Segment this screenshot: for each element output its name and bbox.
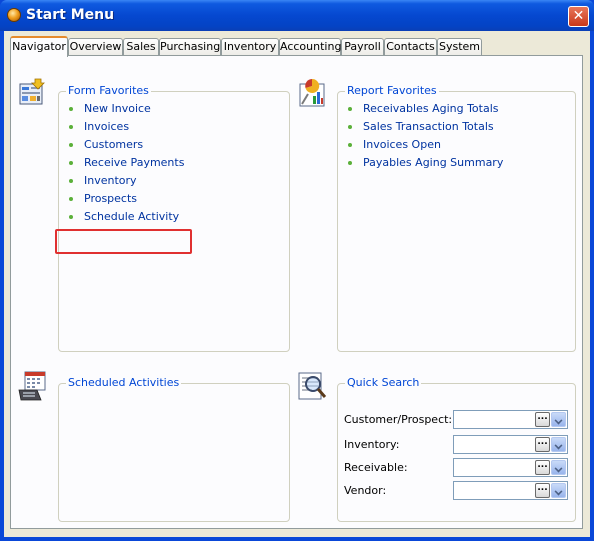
vendor-search-row: Vendor: ... <box>344 481 572 501</box>
report-favorite-invoices-open[interactable]: Invoices Open <box>345 136 503 154</box>
scheduled-activities-icon <box>17 370 47 401</box>
report-favorites-label: Report Favorites <box>345 84 439 97</box>
customer-prospect-search-row: Customer/Prospect: ... <box>344 410 572 430</box>
form-favorite-receive-payments[interactable]: Receive Payments <box>66 154 184 172</box>
customer-prospect-field[interactable]: ... <box>453 410 568 429</box>
navigator-panel: Form Favorites New Invoice Invoices Cust… <box>10 55 583 529</box>
tab-navigator[interactable]: Navigator <box>10 36 68 57</box>
highlight-box <box>55 229 192 254</box>
bullet-icon <box>348 161 352 165</box>
report-favorite-payables-aging-summary[interactable]: Payables Aging Summary <box>345 154 503 172</box>
bullet-icon <box>69 179 73 183</box>
start-menu-window: Start Menu ✕ Navigator Overview Sales Pu… <box>0 0 594 541</box>
tab-accounting[interactable]: Accounting <box>279 38 341 56</box>
window-client-area: Navigator Overview Sales Purchasing Inve… <box>4 31 590 537</box>
tab-system[interactable]: System <box>437 38 482 56</box>
tab-payroll[interactable]: Payroll <box>341 38 384 56</box>
form-favorite-schedule-activity[interactable]: Schedule Activity <box>66 208 184 226</box>
tab-overview[interactable]: Overview <box>68 38 123 56</box>
inventory-label: Inventory: <box>344 438 400 451</box>
form-favorites-label: Form Favorites <box>66 84 151 97</box>
bullet-icon <box>69 125 73 129</box>
window-title: Start Menu <box>26 7 115 23</box>
bullet-icon <box>69 197 73 201</box>
form-favorite-inventory[interactable]: Inventory <box>66 172 184 190</box>
vendor-lookup-button[interactable]: ... <box>535 483 550 498</box>
inventory-dropdown-button[interactable] <box>551 437 566 452</box>
bullet-icon <box>348 125 352 129</box>
form-favorite-new-invoice[interactable]: New Invoice <box>66 100 184 118</box>
tab-sales[interactable]: Sales <box>123 38 159 56</box>
vendor-dropdown-button[interactable] <box>551 483 566 498</box>
tab-purchasing[interactable]: Purchasing <box>159 38 221 56</box>
form-favorite-invoices[interactable]: Invoices <box>66 118 184 136</box>
vendor-label: Vendor: <box>344 484 387 497</box>
inventory-field[interactable]: ... <box>453 435 568 454</box>
app-icon <box>7 8 21 22</box>
title-bar[interactable]: Start Menu ✕ <box>0 0 594 31</box>
quick-search-label: Quick Search <box>345 376 422 389</box>
receivable-label: Receivable: <box>344 461 408 474</box>
inventory-search-row: Inventory: ... <box>344 435 572 455</box>
customer-prospect-label: Customer/Prospect: <box>344 413 453 426</box>
quick-search-icon <box>296 370 327 400</box>
bullet-icon <box>69 161 73 165</box>
customer-prospect-dropdown-button[interactable] <box>551 412 566 427</box>
form-favorites-group: Form Favorites New Invoice Invoices Cust… <box>58 84 290 352</box>
form-favorites-list: New Invoice Invoices Customers Receive P… <box>66 100 184 226</box>
receivable-search-row: Receivable: ... <box>344 458 572 478</box>
tab-inventory[interactable]: Inventory <box>221 38 279 56</box>
bullet-icon <box>69 215 73 219</box>
report-favorite-receivables-aging-totals[interactable]: Receivables Aging Totals <box>345 100 503 118</box>
inventory-lookup-button[interactable]: ... <box>535 437 550 452</box>
receivable-lookup-button[interactable]: ... <box>535 460 550 475</box>
customer-prospect-lookup-button[interactable]: ... <box>535 412 550 427</box>
tab-contacts[interactable]: Contacts <box>384 38 437 56</box>
bullet-icon <box>348 107 352 111</box>
bullet-icon <box>69 143 73 147</box>
report-favorite-sales-transaction-totals[interactable]: Sales Transaction Totals <box>345 118 503 136</box>
quick-search-group: Quick Search Customer/Prospect: ... Inve… <box>337 376 576 522</box>
receivable-dropdown-button[interactable] <box>551 460 566 475</box>
close-button[interactable]: ✕ <box>568 6 589 27</box>
form-favorite-customers[interactable]: Customers <box>66 136 184 154</box>
report-favorites-icon <box>296 76 326 107</box>
receivable-field[interactable]: ... <box>453 458 568 477</box>
report-favorites-group: Report Favorites Receivables Aging Total… <box>337 84 576 352</box>
bullet-icon <box>348 143 352 147</box>
scheduled-activities-group: Scheduled Activities <box>58 376 290 522</box>
report-favorites-list: Receivables Aging Totals Sales Transacti… <box>345 100 503 172</box>
scheduled-activities-label: Scheduled Activities <box>66 376 182 389</box>
form-favorites-icon <box>17 78 47 108</box>
vendor-field[interactable]: ... <box>453 481 568 500</box>
form-favorite-prospects[interactable]: Prospects <box>66 190 184 208</box>
bullet-icon <box>69 107 73 111</box>
